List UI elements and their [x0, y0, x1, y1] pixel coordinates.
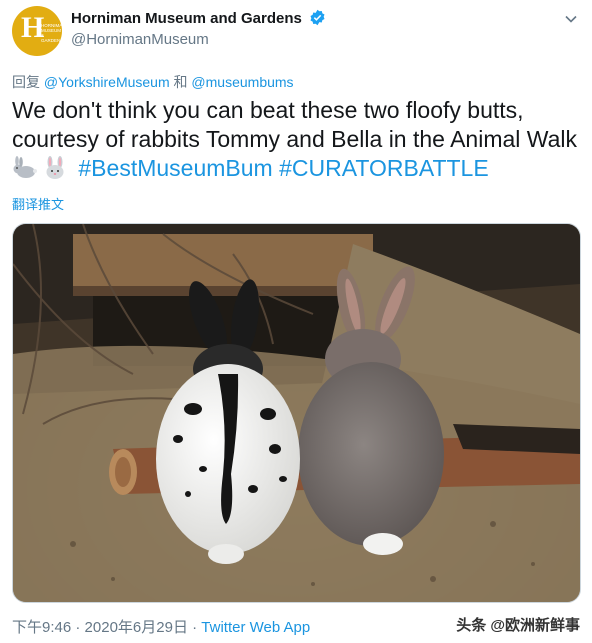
verified-badge-icon	[310, 9, 325, 26]
tweet-footer: 下午9:46 · 2020年6月29日 · Twitter Web App	[12, 616, 310, 637]
rabbit-emoji-icon	[13, 156, 37, 178]
footer-separator-1: ·	[75, 619, 81, 636]
account-handle[interactable]: @HornimanMuseum	[71, 31, 326, 48]
reply-context: 回复 @YorkshireMuseum 和 @museumbums	[12, 72, 294, 92]
reply-user-link-2[interactable]: @museumbums	[191, 74, 293, 90]
avatar-text: HORNIMAN MUSEUM & GARDENS	[41, 23, 62, 43]
account-header: Horniman Museum and Gardens @HornimanMus…	[71, 9, 326, 48]
rabbit-face-emoji-icon	[46, 156, 64, 179]
chevron-down-icon[interactable]	[564, 12, 578, 26]
watermark: 头条 @欧洲新鲜事	[456, 617, 580, 634]
hashtag-link-1[interactable]: #BestMuseumBum	[78, 155, 272, 181]
rabbits-photo-image	[13, 224, 580, 602]
reply-joiner: 和	[173, 74, 188, 90]
avatar[interactable]: H HORNIMAN MUSEUM & GARDENS	[12, 6, 62, 56]
tweet-body: We don't think you can beat these two fl…	[12, 97, 578, 152]
translate-tweet-link[interactable]: 翻译推文	[12, 194, 64, 213]
tweet-text: We don't think you can beat these two fl…	[12, 96, 582, 183]
footer-separator-2: ·	[192, 619, 198, 636]
reply-user-link-1[interactable]: @YorkshireMuseum	[44, 74, 170, 90]
tweet-date[interactable]: 2020年6月29日	[85, 619, 188, 636]
display-name[interactable]: Horniman Museum and Gardens	[71, 10, 302, 27]
reply-prefix: 回复	[12, 74, 40, 90]
source-app-link[interactable]: Twitter Web App	[201, 619, 310, 636]
tweet-time[interactable]: 下午9:46	[12, 619, 71, 636]
hashtag-link-2[interactable]: #CURATORBATTLE	[279, 155, 489, 181]
tweet-photo[interactable]	[12, 223, 581, 603]
